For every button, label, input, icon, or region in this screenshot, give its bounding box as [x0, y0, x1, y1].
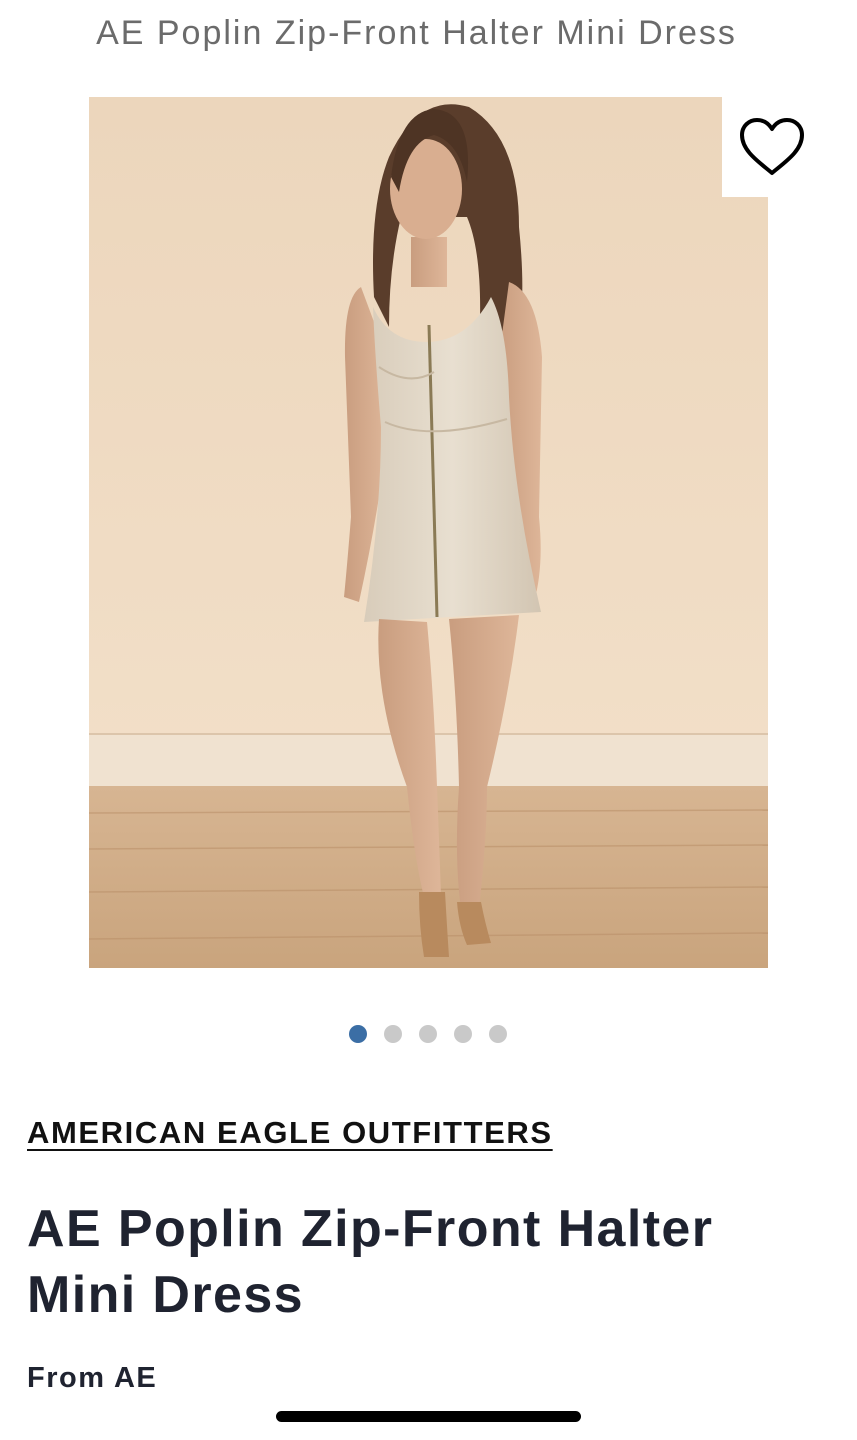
carousel-dot-3[interactable]	[419, 1025, 437, 1043]
carousel-pagination	[0, 1025, 857, 1043]
carousel-dot-2[interactable]	[384, 1025, 402, 1043]
product-image[interactable]	[89, 97, 768, 968]
home-indicator[interactable]	[276, 1411, 581, 1422]
heart-outline-icon	[740, 118, 804, 175]
product-page: AE Poplin Zip-Front Halter Mini Dress AM…	[0, 0, 857, 1440]
brand-link[interactable]: AMERICAN EAGLE OUTFITTERS	[27, 1115, 553, 1151]
page-title: AE Poplin Zip-Front Halter Mini Dress	[96, 14, 737, 52]
carousel-dot-4[interactable]	[454, 1025, 472, 1043]
product-photo	[89, 97, 768, 968]
carousel-dot-5[interactable]	[489, 1025, 507, 1043]
favorite-button[interactable]	[722, 97, 822, 197]
product-name: AE Poplin Zip-Front Halter Mini Dress	[27, 1200, 714, 1324]
seller-label: From AE	[27, 1362, 158, 1394]
carousel-dot-1[interactable]	[349, 1025, 367, 1043]
